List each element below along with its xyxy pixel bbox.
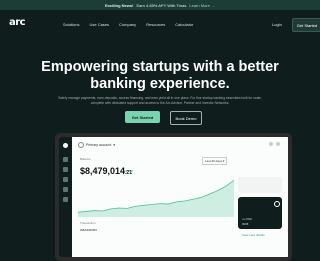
- app-main-panel: Primary account ▾ Balance $8,479,014.21 …: [72, 137, 288, 257]
- login-link[interactable]: Login: [272, 22, 282, 27]
- book-demo-button[interactable]: Book Demo: [170, 111, 202, 125]
- nav-link-company[interactable]: Company: [119, 22, 136, 27]
- settings-icon[interactable]: [63, 197, 68, 202]
- home-icon[interactable]: [63, 157, 68, 162]
- card-panel-header: [238, 177, 282, 193]
- notification-icon[interactable]: [269, 142, 273, 146]
- top-navigation: arc Solutions Use Cases Company Resource…: [0, 10, 320, 38]
- card-number: •••• 8742: [242, 218, 252, 221]
- balance-chart: [76, 177, 236, 217]
- card-logo-icon: [274, 201, 280, 207]
- chevron-down-icon: ▾: [113, 143, 115, 147]
- app-top-icons: [269, 142, 280, 146]
- hero-subtitle: Safely manage payments, earn deposits, a…: [58, 96, 262, 105]
- account-label: Primary account: [86, 143, 111, 147]
- cards-icon[interactable]: [63, 187, 68, 192]
- balance-change: + $1,068: [121, 169, 133, 173]
- accounts-icon[interactable]: [63, 167, 68, 172]
- banner-headline: Exciting News!: [105, 3, 133, 8]
- hero-title-line1: Empowering startups with a better: [0, 59, 320, 76]
- payments-icon[interactable]: [63, 177, 68, 182]
- nav-link-calculator[interactable]: Calculator: [175, 22, 193, 27]
- get-started-button[interactable]: Get Started: [125, 111, 160, 123]
- nav-link-use-cases[interactable]: Use Cases: [89, 22, 109, 27]
- date-range-label: Last 30 days: [205, 159, 222, 163]
- card-expiry: 09/28: [242, 223, 248, 226]
- app-sidebar: [59, 137, 72, 257]
- balance-amount: $8,479,014: [80, 166, 125, 176]
- transaction-id[interactable]: GBA34D453: [80, 228, 97, 232]
- banner-message: Earn 4.85% APY With Treas: [136, 3, 186, 8]
- hero-title-line2: banking experience.: [0, 76, 320, 93]
- chart-area: [78, 180, 234, 217]
- arc-logo[interactable]: arc: [9, 17, 25, 28]
- app-logo-icon: [63, 143, 68, 148]
- balance-label: Balance: [80, 157, 91, 161]
- nav-links: Solutions Use Cases Company Resources Ca…: [63, 22, 193, 27]
- avatar[interactable]: [276, 142, 280, 146]
- date-range-select[interactable]: Last 30 days ▾: [202, 157, 227, 165]
- app-preview-frame: Primary account ▾ Balance $8,479,014.21 …: [55, 133, 292, 261]
- nav-link-solutions[interactable]: Solutions: [63, 22, 79, 27]
- banner-link[interactable]: Learn More →: [189, 3, 215, 8]
- view-card-details-link[interactable]: View card details: [242, 233, 265, 237]
- account-icon: [78, 142, 84, 148]
- transactions-label: Transaction: [80, 221, 96, 225]
- nav-get-started-button[interactable]: Get Started: [292, 18, 320, 32]
- announcement-banner[interactable]: Exciting News! Earn 4.85% APY With Treas…: [0, 0, 320, 10]
- hero-title: Empowering startups with a better bankin…: [0, 59, 320, 93]
- debit-card[interactable]: •••• 8742 09/28: [238, 197, 282, 229]
- nav-link-resources[interactable]: Resources: [146, 22, 165, 27]
- account-selector[interactable]: Primary account ▾: [78, 142, 115, 148]
